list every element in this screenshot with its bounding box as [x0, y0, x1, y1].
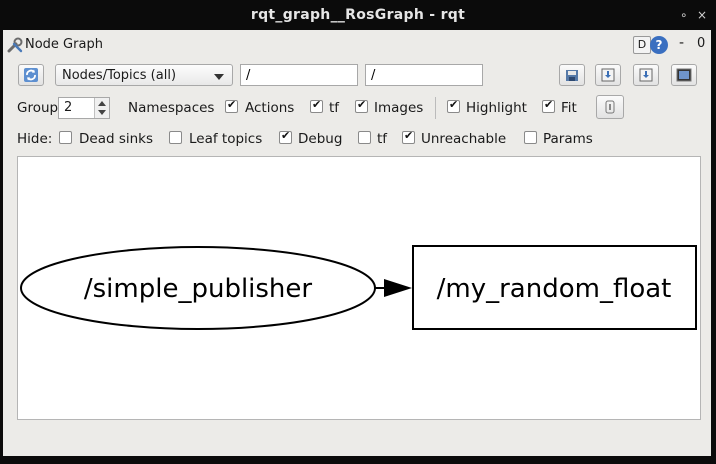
debug-label: Debug	[298, 131, 343, 147]
leaf-topics-label: Leaf topics	[189, 131, 263, 147]
images-label: Images	[374, 100, 424, 116]
node-filter-input[interactable]	[240, 64, 358, 86]
namespaces-checkbox[interactable]	[225, 98, 238, 113]
dead-sinks-checkbox[interactable]	[59, 131, 72, 144]
plugin-close-button[interactable]: 0	[697, 36, 705, 51]
highlight-label: Highlight	[466, 100, 527, 116]
graph-type-value: Nodes/Topics (all)	[62, 68, 177, 83]
refresh-icon	[24, 68, 38, 82]
leaf-topics-checkbox[interactable]	[169, 131, 182, 144]
hide-tf-checkbox[interactable]	[358, 131, 371, 144]
fit-view-icon	[605, 100, 615, 114]
graph-canvas[interactable]: /simple_publisher /my_random_float	[17, 156, 701, 420]
plugin-title: Node Graph	[25, 37, 103, 52]
unreachable-label: Unreachable	[421, 131, 507, 147]
rqt-window: Node Graph D ? - 0 Nodes/Topics (all) / …	[3, 30, 711, 456]
tf-label: tf	[329, 100, 340, 116]
node-label: /simple_publisher	[84, 274, 313, 304]
namespaces-label: Namespaces	[128, 100, 215, 116]
window-titlebar[interactable]: rqt_graph__RosGraph - rqt ∘ ×	[0, 0, 716, 30]
hide-label: Hide:	[17, 131, 53, 147]
highlight-checkbox[interactable]	[447, 98, 460, 113]
actions-label: Actions	[245, 100, 295, 116]
save-svg-button[interactable]	[633, 64, 659, 86]
unreachable-checkbox[interactable]	[402, 129, 415, 144]
spin-arrows[interactable]	[94, 98, 109, 118]
status-bar	[3, 426, 711, 456]
save-svg-icon	[639, 68, 653, 82]
hide-tf-label: tf	[377, 131, 388, 147]
save-dot-button[interactable]	[595, 64, 621, 86]
group-spinbox[interactable]: 2	[58, 97, 110, 119]
window-title: rqt_graph__RosGraph - rqt	[250, 7, 466, 23]
spin-down-icon[interactable]	[98, 110, 106, 115]
fit-checkbox[interactable]	[542, 98, 555, 113]
spin-up-icon[interactable]	[98, 101, 106, 106]
tf-checkbox[interactable]	[310, 98, 323, 113]
graph-svg: /simple_publisher /my_random_float	[20, 245, 697, 330]
group-value: 2	[64, 100, 73, 115]
params-label: Params	[543, 131, 593, 147]
help-icon[interactable]: ?	[650, 36, 668, 54]
wrench-icon	[7, 37, 23, 53]
window-close-button[interactable]: ×	[697, 8, 707, 22]
group-options-row: Group: 2 Namespaces Actions tf Images Hi…	[3, 95, 711, 119]
load-dot-button[interactable]	[559, 64, 585, 86]
images-checkbox[interactable]	[355, 98, 368, 113]
separator	[435, 97, 436, 119]
save-dot-icon	[601, 68, 615, 82]
save-image-button[interactable]	[671, 64, 697, 86]
hide-options-row: Hide: Dead sinks Leaf topics Debug tf Un…	[3, 128, 711, 150]
image-icon	[676, 68, 692, 82]
graph-type-select[interactable]: Nodes/Topics (all)	[55, 64, 233, 86]
debug-checkbox[interactable]	[279, 129, 292, 144]
topic-label: /my_random_float	[437, 274, 672, 304]
edge-arrowhead-icon	[384, 279, 412, 297]
pin-icon[interactable]: ∘	[680, 8, 688, 22]
fit-in-view-button[interactable]	[596, 95, 624, 119]
refresh-button[interactable]	[18, 64, 44, 86]
group-label: Group:	[17, 100, 63, 116]
chevron-down-icon	[214, 74, 224, 80]
dead-sinks-label: Dead sinks	[79, 131, 154, 147]
minimize-button[interactable]: -	[679, 35, 684, 51]
folder-icon	[566, 70, 578, 81]
dock-button[interactable]: D	[633, 36, 651, 54]
plugin-header: Node Graph D ? - 0	[3, 34, 711, 56]
topic-filter-input[interactable]	[365, 64, 483, 86]
fit-label: Fit	[561, 100, 577, 116]
params-checkbox[interactable]	[524, 131, 537, 144]
